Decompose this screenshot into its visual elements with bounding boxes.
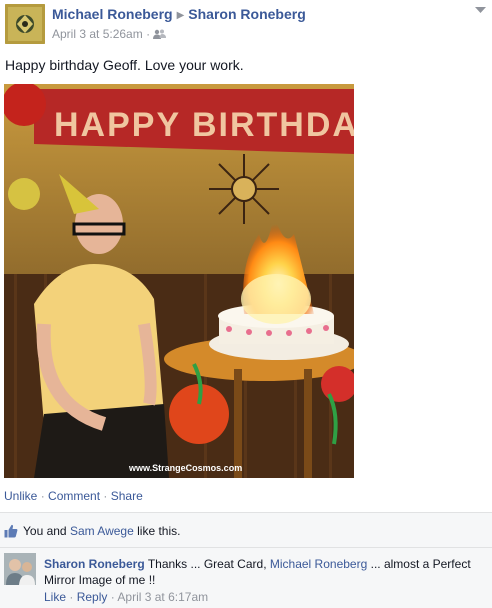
thumbs-up-icon <box>4 524 18 538</box>
comment-action-separator: · <box>69 590 74 604</box>
feed-story: Michael Roneberg ▶ Sharon Roneberg April 3… <box>0 0 492 608</box>
meta-separator: · <box>146 27 151 41</box>
story-actions: Unlike · Comment · Share <box>4 489 143 503</box>
share-link[interactable]: Share <box>111 489 143 503</box>
photo-watermark: www.StrangeCosmos.com <box>128 463 242 473</box>
birthday-photo-image: HAPPY BIRTHDAY www.StrangeCosmos.com <box>4 84 354 478</box>
author-name-link[interactable]: Michael Roneberg <box>52 6 173 22</box>
commenter-avatar-image <box>4 553 36 585</box>
recipient-name-link[interactable]: Sharon Roneberg <box>188 6 305 22</box>
chevron-down-icon[interactable] <box>475 6 486 17</box>
unlike-link[interactable]: Unlike <box>4 489 37 503</box>
comment-like-link[interactable]: Like <box>44 590 66 604</box>
post-message: Happy birthday Geoff. Love your work. <box>5 57 244 73</box>
ufi-divider <box>0 547 492 548</box>
likes-prefix: You and <box>23 524 67 538</box>
likes-summary: You and Sam Awege like this. <box>4 522 180 540</box>
comment-body: Sharon Roneberg Thanks ... Great Card, M… <box>44 556 484 588</box>
banner-text: HAPPY BIRTHDAY <box>54 106 354 144</box>
liker-link[interactable]: Sam Awege <box>70 524 134 538</box>
comment-author-link[interactable]: Sharon Roneberg <box>44 557 145 571</box>
comment-timestamp[interactable]: April 3 at 6:17am <box>117 590 208 604</box>
comment-action-separator: · <box>110 590 115 604</box>
author-avatar-image <box>5 4 45 44</box>
action-separator: · <box>40 489 45 503</box>
comment-reply-link[interactable]: Reply <box>77 590 108 604</box>
story-meta: April 3 at 5:26am · <box>52 27 167 41</box>
comment-link[interactable]: Comment <box>48 489 100 503</box>
action-separator: · <box>103 489 108 503</box>
feedback-section: You and Sam Awege like this. Sharon Rone… <box>0 512 492 608</box>
post-photo[interactable]: HAPPY BIRTHDAY www.StrangeCosmos.com <box>4 84 354 478</box>
timestamp-link[interactable]: April 3 at 5:26am <box>52 27 143 41</box>
comment-mention-link[interactable]: Michael Roneberg <box>270 557 367 571</box>
likes-suffix: like this. <box>137 524 181 538</box>
author-avatar[interactable] <box>5 4 45 44</box>
commenter-avatar[interactable] <box>4 553 36 585</box>
comment-actions: Like · Reply · April 3 at 6:17am <box>44 590 208 604</box>
story-header: Michael Roneberg ▶ Sharon Roneberg <box>52 6 306 22</box>
arrow-right-icon: ▶ <box>176 10 185 21</box>
friends-icon[interactable] <box>153 27 167 41</box>
comment-text-start: Thanks ... Great Card, <box>147 557 267 571</box>
